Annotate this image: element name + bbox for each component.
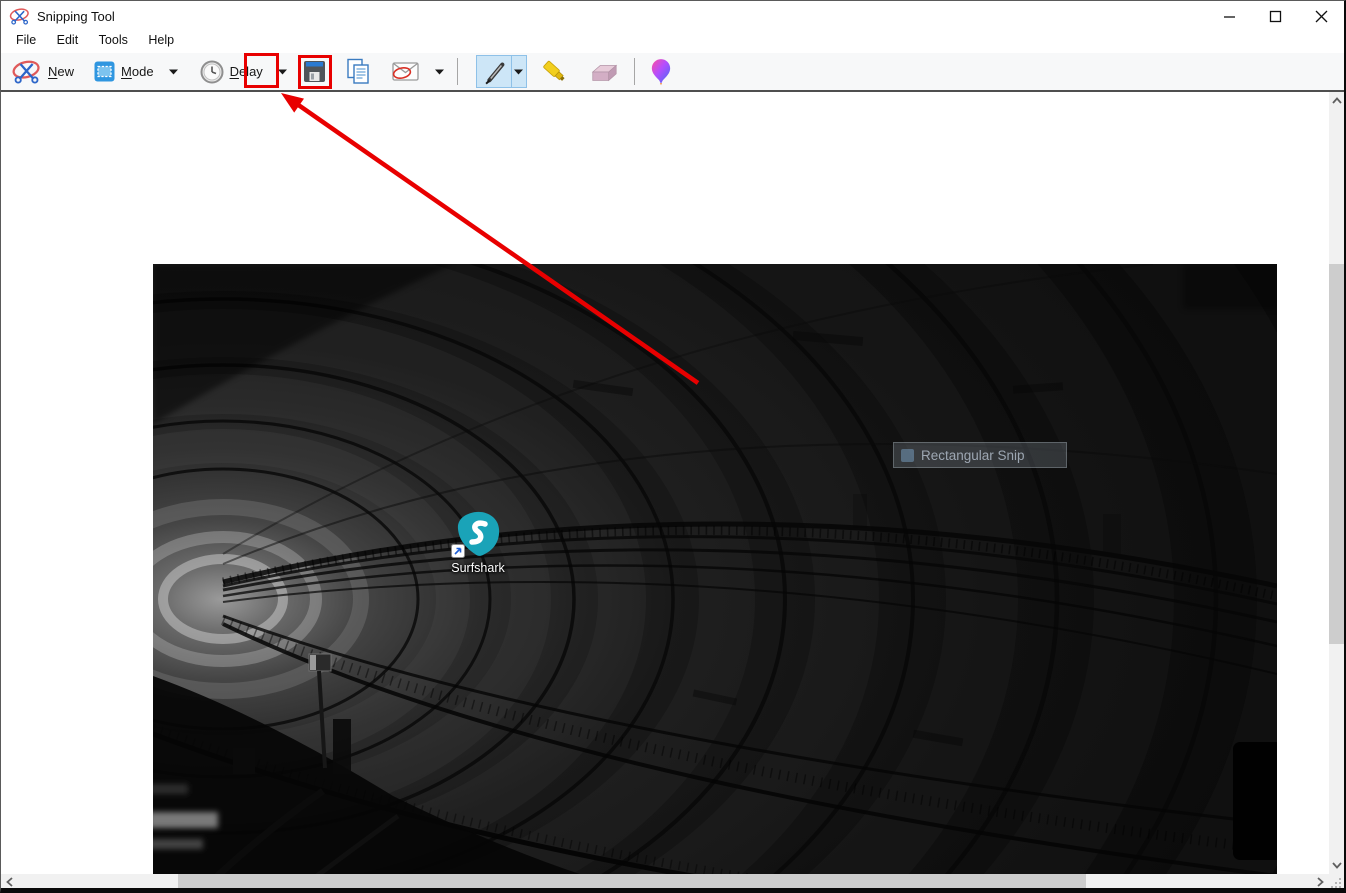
chevron-up-icon: [1331, 97, 1342, 104]
snipping-tool-window: Snipping Tool File Edit Tools Help New M…: [0, 0, 1346, 893]
captured-snip-image[interactable]: Rectangular Snip Surfshark: [153, 264, 1277, 874]
scroll-down-button[interactable]: [1329, 857, 1344, 874]
shortcut-arrow-icon: [451, 544, 465, 558]
desktop-icon-label: Surfshark: [451, 561, 505, 575]
annotation-highlight-box: [244, 53, 279, 88]
surfshark-desktop-icon: Surfshark: [448, 511, 508, 575]
highlighter-button[interactable]: [537, 54, 573, 90]
close-icon: [1315, 10, 1327, 22]
clock-icon: [200, 60, 224, 83]
eraser-icon: [591, 64, 617, 81]
vertical-scrollbar-thumb[interactable]: [1329, 264, 1344, 644]
chevron-right-icon: [1317, 876, 1324, 887]
copy-button[interactable]: [342, 54, 376, 89]
pen-dropdown-caret-icon[interactable]: [512, 56, 526, 87]
pen-button[interactable]: [477, 56, 512, 87]
save-highlight-box: [297, 54, 332, 89]
mode-button[interactable]: Mode: [90, 58, 182, 85]
vertical-scrollbar[interactable]: [1329, 92, 1344, 874]
toolbar: New Mode Delay: [1, 53, 1344, 92]
maximize-button[interactable]: [1252, 1, 1298, 31]
minimize-icon: [1223, 15, 1235, 18]
title-bar: Snipping Tool: [1, 1, 1344, 31]
ghost-tooltip-label: Rectangular Snip: [921, 447, 1025, 463]
scissors-icon: [12, 60, 40, 84]
scroll-left-button[interactable]: [1, 874, 18, 888]
scroll-up-button[interactable]: [1329, 92, 1344, 109]
email-icon: [392, 61, 419, 81]
new-label: New: [48, 64, 75, 79]
copy-icon: [347, 58, 369, 84]
chevron-left-icon: [6, 876, 13, 887]
toolbar-separator: [633, 58, 635, 85]
pen-button-group: [475, 55, 527, 88]
window-title: Snipping Tool: [37, 8, 115, 24]
snip-canvas-area: Rectangular Snip Surfshark: [1, 92, 1329, 874]
menu-file[interactable]: File: [9, 31, 43, 50]
save-button[interactable]: [303, 60, 326, 83]
edit-with-paint3d-button[interactable]: [646, 54, 676, 90]
menu-bar: File Edit Tools Help: [1, 31, 1344, 53]
pen-icon: [485, 61, 505, 84]
minimize-button[interactable]: [1206, 1, 1252, 31]
mode-label: Mode: [121, 64, 154, 79]
resize-grip[interactable]: [1329, 874, 1344, 888]
save-floppy-icon: [304, 61, 326, 82]
delay-dropdown-caret-icon[interactable]: [277, 69, 287, 75]
mode-dropdown-caret-icon[interactable]: [168, 69, 178, 75]
menu-help[interactable]: Help: [141, 31, 181, 50]
snip-mode-icon: [901, 448, 914, 462]
tunnel-photo: [153, 264, 1277, 874]
horizontal-scrollbar[interactable]: [1, 874, 1329, 888]
new-button[interactable]: New: [8, 56, 78, 87]
resize-grip-icon: [1331, 878, 1341, 888]
chevron-down-icon: [1331, 862, 1342, 869]
maximize-icon: [1269, 10, 1281, 22]
scroll-right-button[interactable]: [1312, 874, 1329, 888]
paint3d-balloon-icon: [651, 58, 670, 85]
close-button[interactable]: [1298, 1, 1344, 31]
toolbar-separator: [456, 58, 458, 85]
email-button[interactable]: [388, 59, 448, 85]
email-dropdown-caret-icon[interactable]: [434, 69, 444, 75]
mode-select-icon: [94, 61, 115, 82]
ghost-tooltip: Rectangular Snip: [893, 442, 1067, 468]
eraser-button[interactable]: [585, 55, 623, 89]
menu-edit[interactable]: Edit: [50, 31, 86, 50]
horizontal-scrollbar-thumb[interactable]: [178, 874, 1086, 888]
scissors-icon: [9, 8, 29, 25]
menu-tools[interactable]: Tools: [92, 31, 135, 50]
highlighter-icon: [543, 60, 565, 81]
